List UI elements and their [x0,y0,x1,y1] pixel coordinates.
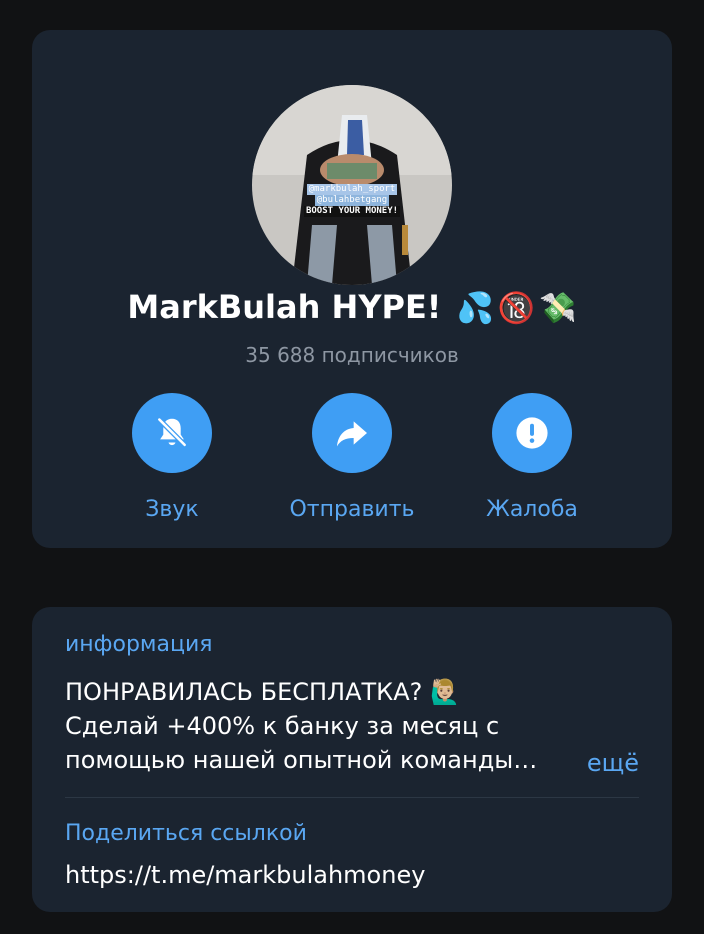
report-button-circle[interactable] [492,393,572,473]
channel-avatar[interactable]: @markbulah_sport @bulahbetgang BOOST YOU… [252,85,452,285]
channel-title: MarkBulah HYPE! 💦 🔞 💸 [32,285,672,331]
report-button-label: Жалоба [486,497,578,522]
sound-button[interactable]: Звук [92,393,252,524]
money-with-wings-icon: 💸 [539,291,577,326]
share-link-label: Поделиться ссылкой [65,821,307,846]
description-line: Сделай +400% к банку за месяц с [65,712,500,740]
share-arrow-icon [337,421,367,447]
channel-description: ПОНРАВИЛАСЬ БЕСПЛАТКА? 🙋🏼‍♂️ Сделай +400… [65,675,585,777]
channel-info-screen: @markbulah_sport @bulahbetgang BOOST YOU… [0,0,704,934]
share-button[interactable]: Отправить [272,393,432,524]
avatar-caption: @markbulah_sport @bulahbetgang BOOST YOU… [272,184,432,217]
description-line: помощью нашей опытной команды… [65,746,538,774]
channel-profile-card: @markbulah_sport @bulahbetgang BOOST YOU… [32,30,672,548]
channel-link[interactable]: https://t.me/markbulahmoney [65,859,425,891]
channel-info-card: информация ПОНРАВИЛАСЬ БЕСПЛАТКА? 🙋🏼‍♂️ … [32,607,672,912]
share-button-label: Отправить [289,497,415,522]
avatar-caption-line: @markbulah_sport [306,184,398,195]
avatar-caption-line: BOOST YOUR MONEY! [303,206,401,217]
sweat-droplets-icon: 💦 [456,291,494,326]
exclamation-icon [516,417,548,449]
sound-button-circle[interactable] [132,393,212,473]
no-one-under-eighteen-icon: 🔞 [497,291,536,326]
bell-muted-icon [156,417,188,448]
info-section-label: информация [65,632,213,657]
report-button[interactable]: Жалоба [452,393,612,524]
description-line: ПОНРАВИЛАСЬ БЕСПЛАТКА? 🙋🏼‍♂️ [65,678,460,706]
subscriber-count: 35 688 подписчиков [245,343,459,367]
show-more-link[interactable]: ещё [587,746,639,780]
channel-name: MarkBulah HYPE! [127,288,442,326]
sound-button-label: Звук [145,497,199,522]
avatar-caption-line: @bulahbetgang [314,195,390,206]
share-button-circle[interactable] [312,393,392,473]
divider [65,797,639,798]
